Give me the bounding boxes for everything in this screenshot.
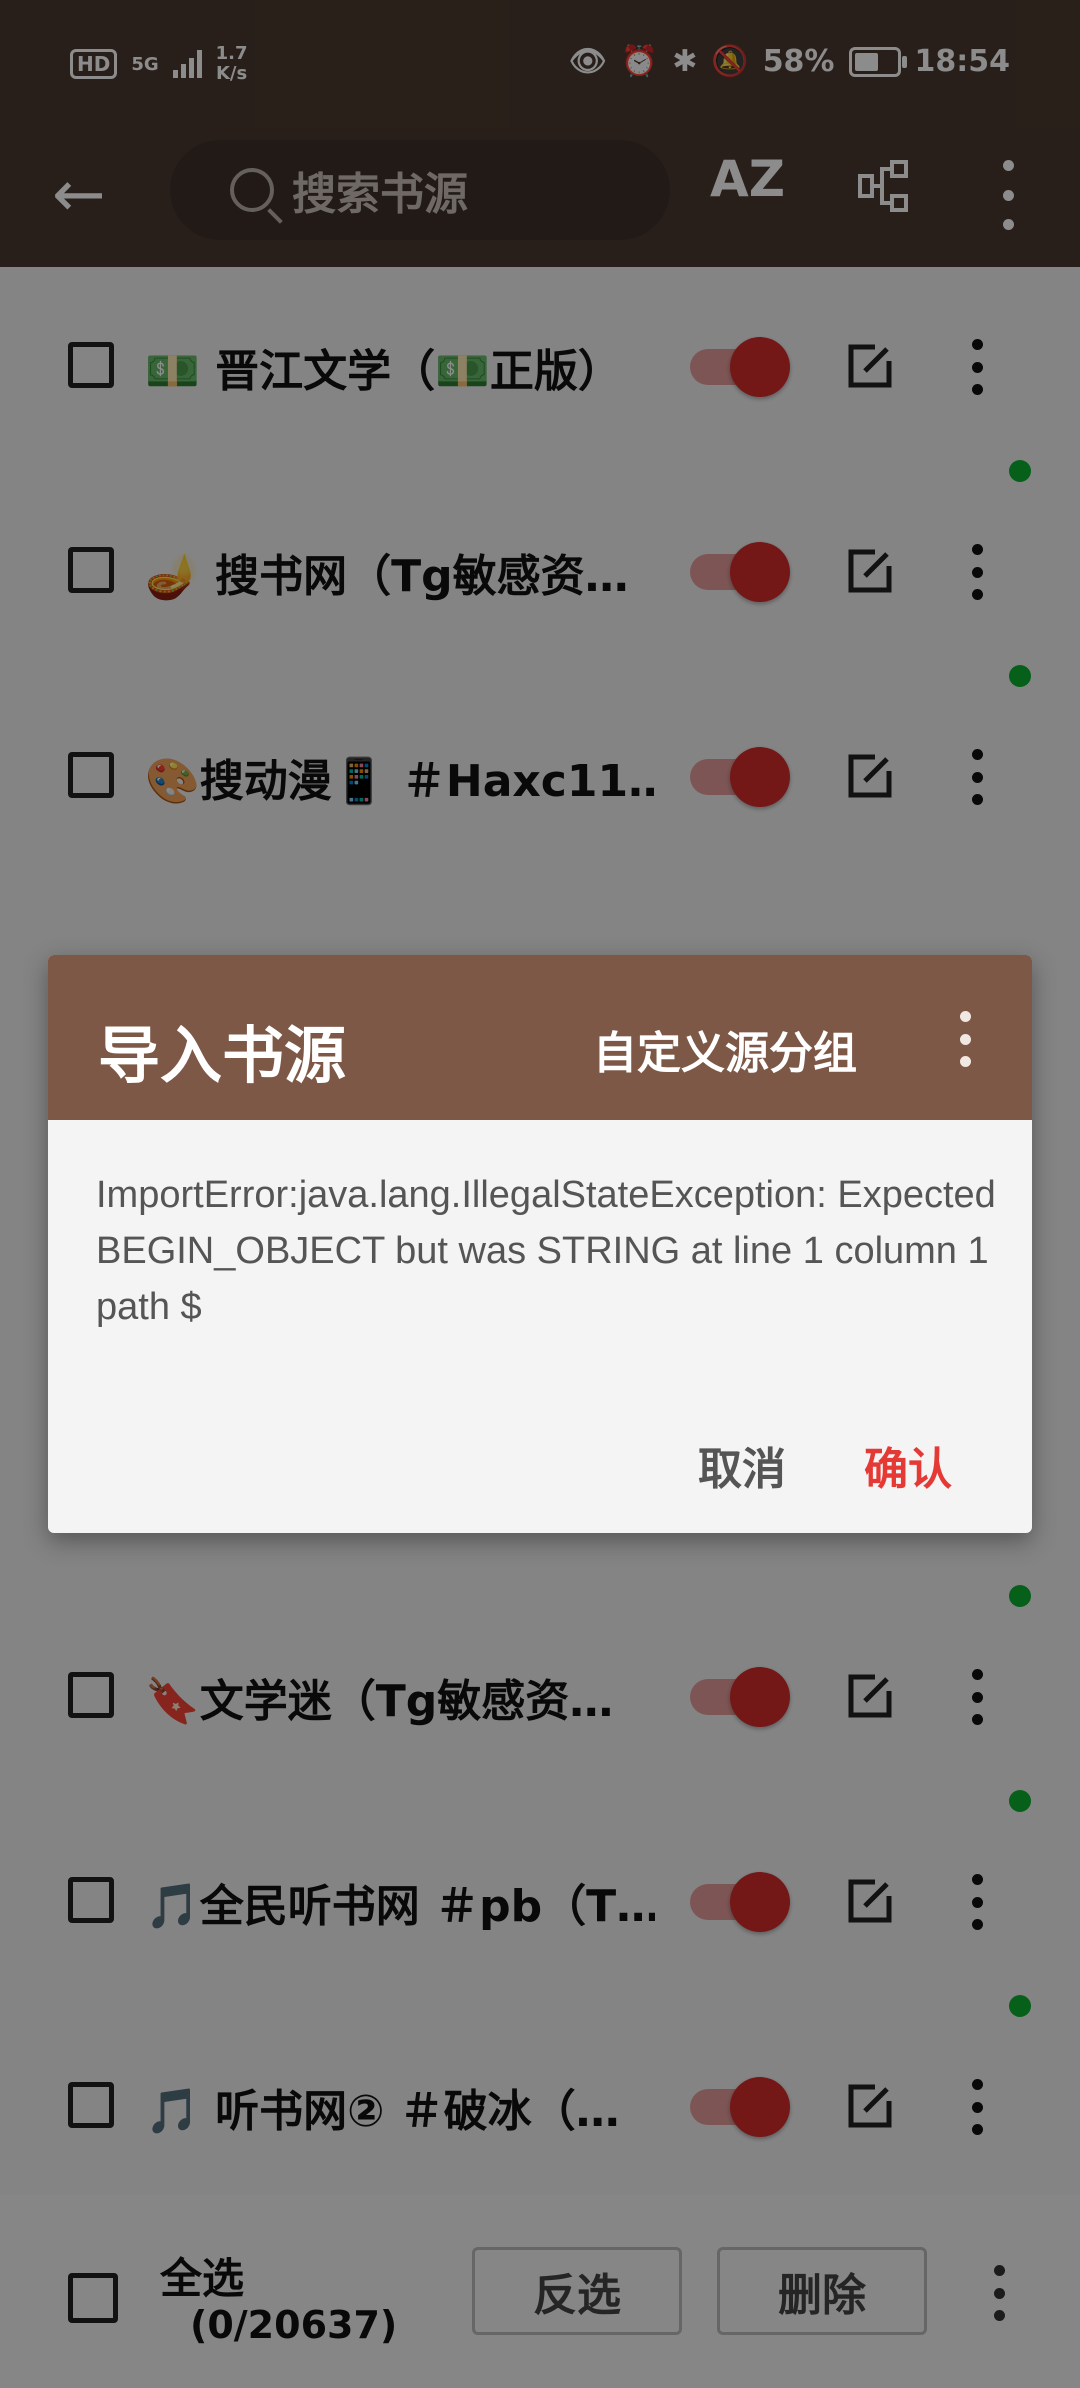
custom-group-button[interactable]: 自定义源分组 (593, 1017, 857, 1081)
dialog-title: 导入书源 (98, 1019, 347, 1092)
dialog-more-icon[interactable] (958, 1011, 972, 1067)
import-dialog: 导入书源 自定义源分组 ImportError:java.lang.Illega… (48, 955, 1032, 1533)
error-message: ImportError:java.lang.IllegalStateExcept… (96, 1174, 996, 1328)
cancel-button[interactable]: 取消 (698, 1433, 786, 1497)
confirm-button[interactable]: 确认 (864, 1433, 952, 1497)
dialog-header: 导入书源 自定义源分组 (48, 955, 1032, 1120)
